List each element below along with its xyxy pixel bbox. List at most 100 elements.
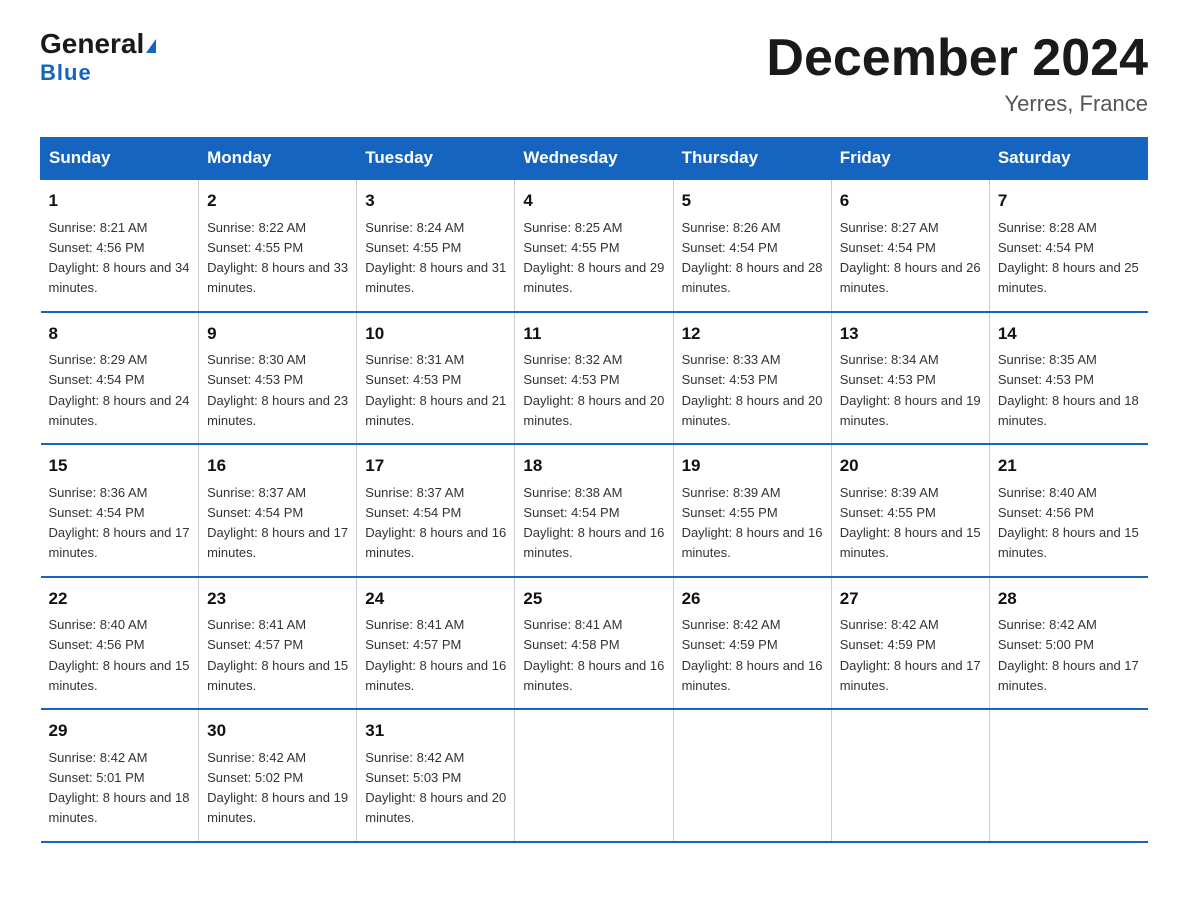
day-number: 17 [365,453,506,479]
day-info: Sunrise: 8:40 AMSunset: 4:56 PMDaylight:… [49,617,190,693]
day-info: Sunrise: 8:33 AMSunset: 4:53 PMDaylight:… [682,352,823,428]
day-cell-10: 10 Sunrise: 8:31 AMSunset: 4:53 PMDayligh… [357,312,515,445]
day-info: Sunrise: 8:42 AMSunset: 4:59 PMDaylight:… [840,617,981,693]
day-number: 21 [998,453,1140,479]
day-cell-26: 26 Sunrise: 8:42 AMSunset: 4:59 PMDayligh… [673,577,831,710]
day-number: 24 [365,586,506,612]
day-cell-31: 31 Sunrise: 8:42 AMSunset: 5:03 PMDayligh… [357,709,515,842]
day-number: 13 [840,321,981,347]
day-cell-2: 2Sunrise: 8:22 AMSunset: 4:55 PMDaylight… [199,179,357,312]
day-cell-15: 15 Sunrise: 8:36 AMSunset: 4:54 PMDayligh… [41,444,199,577]
day-number: 14 [998,321,1140,347]
day-info: Sunrise: 8:42 AMSunset: 5:03 PMDaylight:… [365,750,506,826]
day-info: Sunrise: 8:27 AMSunset: 4:54 PMDaylight:… [840,220,981,296]
week-row-3: 15 Sunrise: 8:36 AMSunset: 4:54 PMDayligh… [41,444,1148,577]
day-number: 26 [682,586,823,612]
empty-cell [989,709,1147,842]
day-info: Sunrise: 8:24 AMSunset: 4:55 PMDaylight:… [365,220,506,296]
day-info: Sunrise: 8:41 AMSunset: 4:57 PMDaylight:… [365,617,506,693]
day-cell-11: 11 Sunrise: 8:32 AMSunset: 4:53 PMDayligh… [515,312,673,445]
day-cell-19: 19Sunrise: 8:39 AMSunset: 4:55 PMDayligh… [673,444,831,577]
day-number: 4 [523,188,664,214]
day-info: Sunrise: 8:37 AMSunset: 4:54 PMDaylight:… [207,485,348,561]
empty-cell [673,709,831,842]
day-cell-23: 23 Sunrise: 8:41 AMSunset: 4:57 PMDayligh… [199,577,357,710]
day-cell-21: 21 Sunrise: 8:40 AMSunset: 4:56 PMDayligh… [989,444,1147,577]
month-title: December 2024 [766,30,1148,87]
day-number: 7 [998,188,1140,214]
day-header-sunday: Sunday [41,138,199,180]
day-cell-3: 3 Sunrise: 8:24 AMSunset: 4:55 PMDaylight… [357,179,515,312]
day-cell-13: 13 Sunrise: 8:34 AMSunset: 4:53 PMDayligh… [831,312,989,445]
title-block: December 2024 Yerres, France [766,30,1148,117]
day-info: Sunrise: 8:41 AMSunset: 4:57 PMDaylight:… [207,617,348,693]
day-number: 16 [207,453,348,479]
day-number: 19 [682,453,823,479]
day-cell-7: 7 Sunrise: 8:28 AMSunset: 4:54 PMDaylight… [989,179,1147,312]
day-number: 11 [523,321,664,347]
day-number: 12 [682,321,823,347]
day-number: 3 [365,188,506,214]
day-number: 6 [840,188,981,214]
day-number: 20 [840,453,981,479]
day-cell-9: 9Sunrise: 8:30 AMSunset: 4:53 PMDaylight… [199,312,357,445]
day-number: 27 [840,586,981,612]
day-number: 31 [365,718,506,744]
day-number: 22 [49,586,191,612]
week-row-1: 1Sunrise: 8:21 AMSunset: 4:56 PMDaylight… [41,179,1148,312]
day-info: Sunrise: 8:25 AMSunset: 4:55 PMDaylight:… [523,220,664,296]
day-number: 10 [365,321,506,347]
week-row-2: 8Sunrise: 8:29 AMSunset: 4:54 PMDaylight… [41,312,1148,445]
day-info: Sunrise: 8:31 AMSunset: 4:53 PMDaylight:… [365,352,506,428]
day-cell-4: 4 Sunrise: 8:25 AMSunset: 4:55 PMDaylight… [515,179,673,312]
day-info: Sunrise: 8:38 AMSunset: 4:54 PMDaylight:… [523,485,664,561]
day-number: 28 [998,586,1140,612]
day-info: Sunrise: 8:36 AMSunset: 4:54 PMDaylight:… [49,485,190,561]
day-info: Sunrise: 8:37 AMSunset: 4:54 PMDaylight:… [365,485,506,561]
day-number: 8 [49,321,191,347]
day-info: Sunrise: 8:26 AMSunset: 4:54 PMDaylight:… [682,220,823,296]
day-header-tuesday: Tuesday [357,138,515,180]
day-info: Sunrise: 8:34 AMSunset: 4:53 PMDaylight:… [840,352,981,428]
day-cell-8: 8Sunrise: 8:29 AMSunset: 4:54 PMDaylight… [41,312,199,445]
day-number: 1 [49,188,191,214]
day-header-saturday: Saturday [989,138,1147,180]
day-info: Sunrise: 8:30 AMSunset: 4:53 PMDaylight:… [207,352,348,428]
day-number: 18 [523,453,664,479]
logo-general-text: General [40,28,144,59]
calendar-header-row: SundayMondayTuesdayWednesdayThursdayFrid… [41,138,1148,180]
day-info: Sunrise: 8:40 AMSunset: 4:56 PMDaylight:… [998,485,1139,561]
day-cell-6: 6 Sunrise: 8:27 AMSunset: 4:54 PMDaylight… [831,179,989,312]
day-info: Sunrise: 8:32 AMSunset: 4:53 PMDaylight:… [523,352,664,428]
day-number: 15 [49,453,191,479]
day-info: Sunrise: 8:42 AMSunset: 5:01 PMDaylight:… [49,750,190,826]
day-header-monday: Monday [199,138,357,180]
location: Yerres, France [766,91,1148,117]
day-header-friday: Friday [831,138,989,180]
empty-cell [515,709,673,842]
day-cell-29: 29 Sunrise: 8:42 AMSunset: 5:01 PMDayligh… [41,709,199,842]
day-cell-14: 14 Sunrise: 8:35 AMSunset: 4:53 PMDayligh… [989,312,1147,445]
day-cell-27: 27 Sunrise: 8:42 AMSunset: 4:59 PMDayligh… [831,577,989,710]
calendar-table: SundayMondayTuesdayWednesdayThursdayFrid… [40,137,1148,843]
day-cell-28: 28Sunrise: 8:42 AMSunset: 5:00 PMDayligh… [989,577,1147,710]
day-cell-30: 30 Sunrise: 8:42 AMSunset: 5:02 PMDayligh… [199,709,357,842]
day-cell-25: 25 Sunrise: 8:41 AMSunset: 4:58 PMDayligh… [515,577,673,710]
day-info: Sunrise: 8:42 AMSunset: 4:59 PMDaylight:… [682,617,823,693]
day-number: 30 [207,718,348,744]
day-cell-18: 18 Sunrise: 8:38 AMSunset: 4:54 PMDayligh… [515,444,673,577]
day-cell-16: 16 Sunrise: 8:37 AMSunset: 4:54 PMDayligh… [199,444,357,577]
day-number: 29 [49,718,191,744]
day-info: Sunrise: 8:41 AMSunset: 4:58 PMDaylight:… [523,617,664,693]
day-number: 25 [523,586,664,612]
day-info: Sunrise: 8:35 AMSunset: 4:53 PMDaylight:… [998,352,1139,428]
day-info: Sunrise: 8:28 AMSunset: 4:54 PMDaylight:… [998,220,1139,296]
logo: General Blue [40,30,156,86]
day-info: Sunrise: 8:22 AMSunset: 4:55 PMDaylight:… [207,220,348,296]
day-info: Sunrise: 8:42 AMSunset: 5:02 PMDaylight:… [207,750,348,826]
day-number: 23 [207,586,348,612]
week-row-5: 29 Sunrise: 8:42 AMSunset: 5:01 PMDayligh… [41,709,1148,842]
day-cell-17: 17 Sunrise: 8:37 AMSunset: 4:54 PMDayligh… [357,444,515,577]
empty-cell [831,709,989,842]
day-number: 5 [682,188,823,214]
